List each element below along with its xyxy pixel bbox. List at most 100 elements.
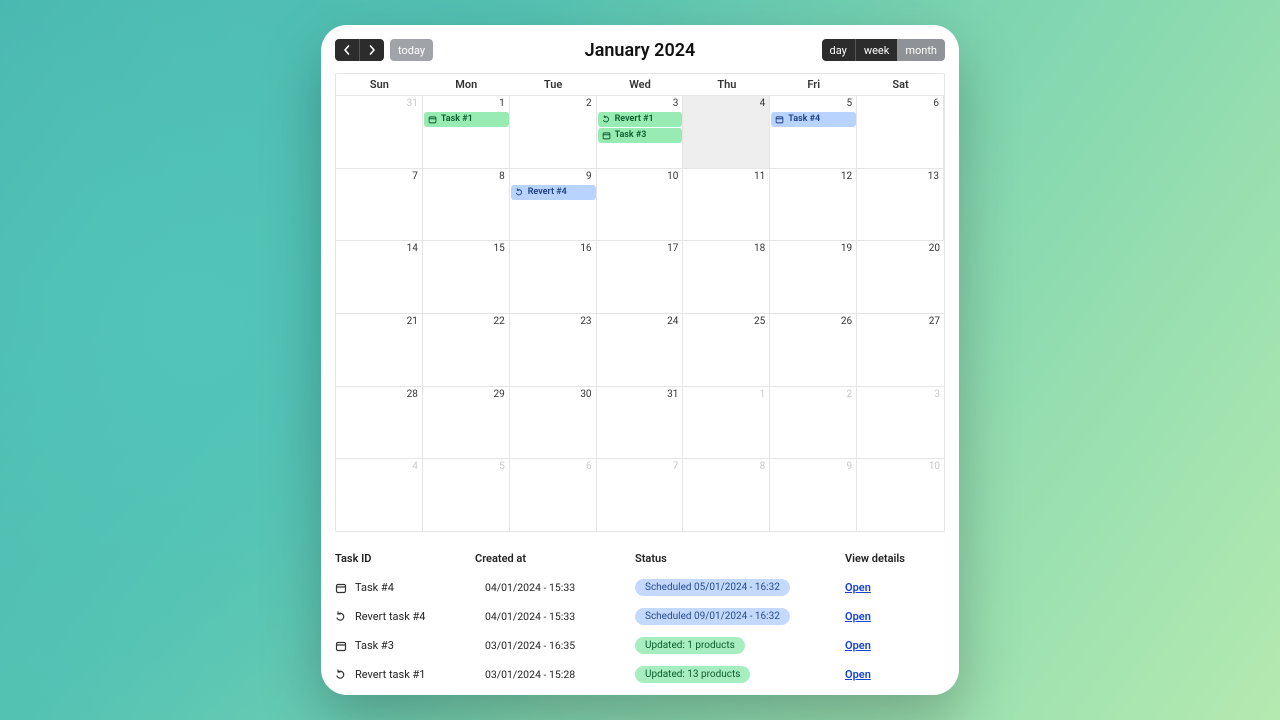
- date-number: 1: [427, 98, 505, 110]
- open-link[interactable]: Open: [845, 639, 871, 652]
- date-number: 25: [687, 316, 765, 328]
- calendar-day[interactable]: 4: [683, 96, 770, 168]
- col-details: View details: [845, 552, 945, 565]
- calendar-day[interactable]: 15: [423, 241, 510, 313]
- date-number: 2: [774, 389, 852, 401]
- calendar-day[interactable]: 5: [423, 459, 510, 531]
- view-month-button[interactable]: month: [897, 39, 945, 61]
- status-badge: Scheduled 05/01/2024 - 16:32: [635, 579, 790, 596]
- calendar-day[interactable]: 9: [770, 459, 857, 531]
- calendar-day[interactable]: 10: [597, 169, 684, 241]
- calendar-day[interactable]: 19: [770, 241, 857, 313]
- calendar-day[interactable]: 8: [423, 169, 510, 241]
- calendar-day[interactable]: 18: [683, 241, 770, 313]
- calendar-day[interactable]: 22: [423, 314, 510, 386]
- calendar-icon: [428, 115, 437, 124]
- calendar-day[interactable]: 5: [770, 96, 857, 168]
- status-cell: Updated: 13 products: [635, 666, 845, 683]
- calendar-event[interactable]: Task #3: [598, 128, 683, 143]
- calendar-day[interactable]: 4: [336, 459, 423, 531]
- calendar-event[interactable]: Task #4: [771, 112, 856, 127]
- calendar-day[interactable]: 12: [770, 169, 857, 241]
- calendar-day[interactable]: 8: [683, 459, 770, 531]
- calendar-day[interactable]: 16: [510, 241, 597, 313]
- task-id-cell: Revert task #4: [335, 610, 475, 623]
- calendar-day[interactable]: 24: [597, 314, 684, 386]
- date-number: 4: [687, 98, 765, 110]
- calendar-day[interactable]: 31: [336, 96, 423, 168]
- date-number: 27: [861, 316, 940, 328]
- calendar-icon: [335, 640, 347, 652]
- date-number: 9: [774, 461, 852, 473]
- status-badge: Updated: 1 products: [635, 637, 745, 654]
- date-number: 26: [774, 316, 852, 328]
- task-id-cell: Task #4: [335, 581, 475, 594]
- next-button[interactable]: [360, 39, 384, 61]
- app-panel: today January 2024 day week month SunMon…: [321, 25, 959, 695]
- task-id-cell: Revert task #1: [335, 668, 475, 681]
- date-number: 12: [774, 171, 852, 183]
- date-number: 3: [861, 389, 940, 401]
- calendar-day[interactable]: 7: [336, 169, 423, 241]
- revert-icon: [335, 611, 347, 623]
- view-day-button[interactable]: day: [822, 39, 855, 61]
- calendar-day[interactable]: 1: [683, 387, 770, 459]
- calendar-day[interactable]: 14: [336, 241, 423, 313]
- open-link[interactable]: Open: [845, 610, 871, 623]
- dow-label: Tue: [510, 74, 597, 95]
- calendar-day[interactable]: 7: [597, 459, 684, 531]
- date-number: 17: [601, 243, 679, 255]
- table-row: Task #303/01/2024 - 16:35Updated: 1 prod…: [335, 631, 945, 660]
- calendar-day[interactable]: 30: [510, 387, 597, 459]
- calendar-day[interactable]: 28: [336, 387, 423, 459]
- date-number: 11: [687, 171, 765, 183]
- calendar-day[interactable]: 25: [683, 314, 770, 386]
- date-number: 16: [514, 243, 592, 255]
- calendar-day[interactable]: 20: [857, 241, 944, 313]
- date-number: 28: [340, 389, 418, 401]
- calendar-day[interactable]: 9: [510, 169, 597, 241]
- calendar-day[interactable]: 6: [510, 459, 597, 531]
- open-link[interactable]: Open: [845, 581, 871, 594]
- calendar-event[interactable]: Task #1: [424, 112, 509, 127]
- view-week-button[interactable]: week: [855, 39, 898, 61]
- calendar-day[interactable]: 26: [770, 314, 857, 386]
- status-badge: Updated: 13 products: [635, 666, 750, 683]
- date-number: 10: [601, 171, 679, 183]
- status-cell: Scheduled 09/01/2024 - 16:32: [635, 608, 845, 625]
- status-cell: Updated: 1 products: [635, 637, 845, 654]
- calendar-day[interactable]: 29: [423, 387, 510, 459]
- task-table: Task ID Created at Status View details T…: [335, 552, 945, 689]
- task-id-label: Revert task #1: [355, 668, 425, 681]
- date-number: 31: [340, 98, 418, 110]
- chevron-right-icon: [367, 45, 377, 55]
- date-number: 30: [514, 389, 592, 401]
- calendar-day[interactable]: 23: [510, 314, 597, 386]
- calendar-toolbar: today January 2024 day week month: [335, 37, 945, 63]
- calendar-day[interactable]: 3: [857, 387, 944, 459]
- calendar-day[interactable]: 13: [857, 169, 944, 241]
- calendar-day[interactable]: 11: [683, 169, 770, 241]
- calendar-day[interactable]: 1: [423, 96, 510, 168]
- date-number: 2: [514, 98, 592, 110]
- calendar-day[interactable]: 6: [857, 96, 944, 168]
- date-number: 8: [427, 171, 505, 183]
- date-number: 5: [774, 98, 852, 110]
- calendar-day[interactable]: 27: [857, 314, 944, 386]
- task-id-cell: Task #3: [335, 639, 475, 652]
- calendar-day[interactable]: 2: [510, 96, 597, 168]
- prev-button[interactable]: [335, 39, 360, 61]
- calendar-event[interactable]: Revert #1: [598, 112, 683, 127]
- calendar-day[interactable]: 21: [336, 314, 423, 386]
- date-number: 14: [340, 243, 418, 255]
- event-label: Revert #4: [528, 185, 567, 200]
- calendar-day[interactable]: 31: [597, 387, 684, 459]
- col-created: Created at: [475, 552, 635, 565]
- open-link[interactable]: Open: [845, 668, 871, 681]
- calendar-event[interactable]: Revert #4: [511, 185, 596, 200]
- calendar-day[interactable]: 2: [770, 387, 857, 459]
- calendar-day[interactable]: 10: [857, 459, 944, 531]
- today-button[interactable]: today: [390, 39, 433, 61]
- calendar-day[interactable]: 17: [597, 241, 684, 313]
- dow-label: Fri: [770, 74, 857, 95]
